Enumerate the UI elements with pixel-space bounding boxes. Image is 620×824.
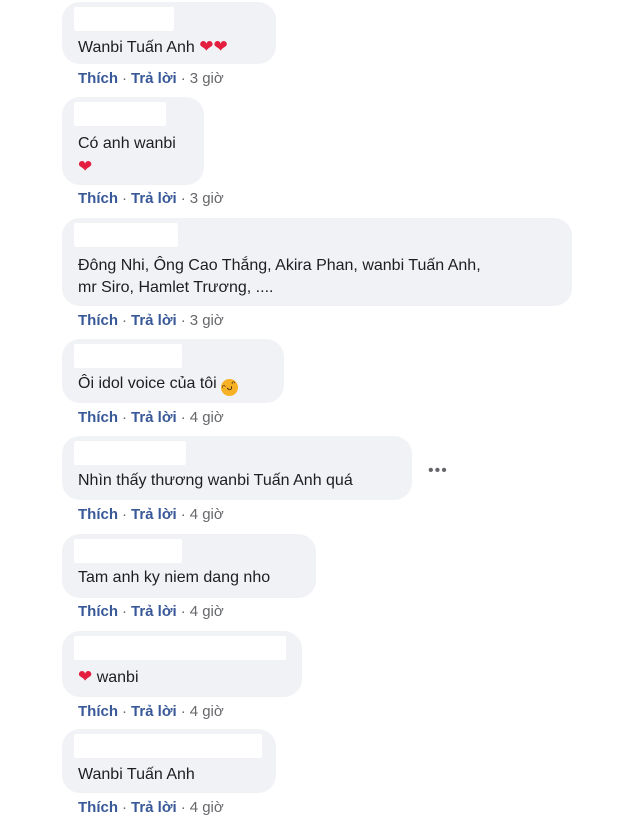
comment-text-content: Có anh wanbi	[78, 135, 176, 152]
like-button[interactable]: Thích	[78, 799, 118, 816]
timestamp[interactable]: 3 giờ	[190, 70, 224, 87]
separator: ·	[122, 409, 127, 426]
comment-emoji-line: ❤	[78, 156, 92, 178]
comment-8: Wanbi Tuấn Anh Thích · Trả lời · 4 giờ	[62, 729, 276, 816]
timestamp[interactable]: 4 giờ	[190, 506, 224, 523]
separator: ·	[122, 799, 127, 816]
comment-text: Tam anh ky niem dang nho	[78, 569, 271, 586]
timestamp[interactable]: 3 giờ	[190, 190, 224, 207]
comment-4: Ôi idol voice của tôi ᵔᴗᵔ Thích · Trả lời ·…	[62, 339, 284, 426]
separator: ·	[122, 312, 127, 329]
comment-text-line-2: mr Siro, Hamlet Trương, ....	[78, 279, 274, 296]
comment-actions: Thích · Trả lời · 3 giờ	[78, 190, 224, 207]
laughing-emoji-icon: ᵔᴗᵔ	[218, 376, 241, 399]
redacted-author-name	[74, 344, 182, 368]
comment-bubble: Tam anh ky niem dang nho	[62, 534, 316, 598]
comment-text-content: wanbi	[96, 669, 139, 686]
comment-bubble: Có anh wanbi ❤	[62, 97, 204, 185]
comment-5: Nhìn thấy thương wanbi Tuấn Anh quá Thíc…	[62, 436, 412, 523]
timestamp[interactable]: 4 giờ	[190, 409, 224, 426]
comment-text: Có anh wanbi	[78, 133, 176, 154]
comment-text: Wanbi Tuấn Anh ❤❤	[78, 36, 228, 58]
separator: ·	[180, 799, 186, 816]
comment-bubble: Ôi idol voice của tôi ᵔᴗᵔ	[62, 339, 284, 403]
reply-button[interactable]: Trả lời	[131, 703, 177, 720]
redacted-author-name	[74, 223, 178, 247]
separator: ·	[180, 506, 186, 523]
comment-actions: Thích · Trả lời · 4 giờ	[78, 603, 224, 620]
comment-text: Ôi idol voice của tôi ᵔᴗᵔ	[78, 373, 241, 399]
redacted-author-name	[74, 441, 186, 465]
comment-6: Tam anh ky niem dang nho Thích · Trả lời · 4…	[62, 534, 316, 620]
separator: ·	[122, 190, 127, 207]
redacted-author-name	[74, 102, 166, 126]
heart-icon: ❤	[78, 667, 93, 686]
timestamp[interactable]: 4 giờ	[190, 799, 224, 816]
comment-1: Wanbi Tuấn Anh ❤❤ Thích · Trả lời · 3 giờ	[62, 2, 276, 87]
timestamp[interactable]: 4 giờ	[190, 703, 224, 720]
timestamp[interactable]: 3 giờ	[190, 312, 224, 329]
separator: ·	[180, 70, 186, 87]
comment-bubble: ❤ wanbi	[62, 631, 302, 697]
reply-button[interactable]: Trả lời	[131, 70, 177, 87]
comment-3: Đông Nhi, Ông Cao Thắng, Akira Phan, wan…	[62, 218, 572, 329]
heart-icon: ❤	[213, 37, 228, 56]
separator: ·	[180, 312, 186, 329]
comment-bubble: Wanbi Tuấn Anh	[62, 729, 276, 793]
reply-button[interactable]: Trả lời	[131, 603, 177, 620]
like-button[interactable]: Thích	[78, 603, 118, 620]
separator: ·	[180, 703, 186, 720]
like-button[interactable]: Thích	[78, 190, 118, 207]
comment-text: Wanbi Tuấn Anh	[78, 766, 195, 783]
redacted-author-name	[74, 539, 182, 563]
comment-actions: Thích · Trả lời · 4 giờ	[78, 409, 224, 426]
redacted-author-name	[74, 734, 262, 758]
separator: ·	[122, 506, 127, 523]
reply-button[interactable]: Trả lời	[131, 799, 177, 816]
heart-icon: ❤	[78, 157, 93, 176]
redacted-author-name	[74, 7, 174, 31]
reply-button[interactable]: Trả lời	[131, 190, 177, 207]
separator: ·	[122, 70, 127, 87]
comment-bubble: Nhìn thấy thương wanbi Tuấn Anh quá	[62, 436, 412, 500]
like-button[interactable]: Thích	[78, 70, 118, 87]
comment-text-content: Wanbi Tuấn Anh	[78, 39, 195, 56]
reply-button[interactable]: Trả lời	[131, 409, 177, 426]
comment-actions: Thích · Trả lời · 3 giờ	[78, 70, 224, 87]
comment-bubble: Đông Nhi, Ông Cao Thắng, Akira Phan, wan…	[62, 218, 572, 306]
comment-7: ❤ wanbi Thích · Trả lời · 4 giờ	[62, 631, 302, 720]
ellipsis-icon[interactable]: •••	[428, 462, 448, 480]
reply-button[interactable]: Trả lời	[131, 506, 177, 523]
separator: ·	[180, 190, 186, 207]
reply-button[interactable]: Trả lời	[131, 312, 177, 329]
comment-text-line-1: Đông Nhi, Ông Cao Thắng, Akira Phan, wan…	[78, 257, 481, 274]
comment-text: ❤ wanbi	[78, 666, 139, 688]
comment-text-content: Ôi idol voice của tôi	[78, 375, 217, 392]
comment-actions: Thích · Trả lời · 4 giờ	[78, 799, 224, 816]
like-button[interactable]: Thích	[78, 409, 118, 426]
redacted-author-name	[74, 636, 286, 660]
comment-bubble: Wanbi Tuấn Anh ❤❤	[62, 2, 276, 64]
separator: ·	[122, 603, 127, 620]
separator: ·	[180, 603, 186, 620]
like-button[interactable]: Thích	[78, 703, 118, 720]
like-button[interactable]: Thích	[78, 506, 118, 523]
separator: ·	[122, 703, 127, 720]
comment-actions: Thích · Trả lời · 3 giờ	[78, 312, 224, 329]
separator: ·	[180, 409, 186, 426]
heart-icon: ❤	[199, 37, 214, 56]
like-button[interactable]: Thích	[78, 312, 118, 329]
comment-actions: Thích · Trả lời · 4 giờ	[78, 703, 224, 720]
comment-actions: Thích · Trả lời · 4 giờ	[78, 506, 224, 523]
comment-thread: Wanbi Tuấn Anh ❤❤ Thích · Trả lời · 3 giờ Có…	[0, 0, 620, 824]
comment-2: Có anh wanbi ❤ Thích · Trả lời · 3 giờ	[62, 97, 224, 207]
comment-text: Nhìn thấy thương wanbi Tuấn Anh quá	[78, 472, 353, 489]
timestamp[interactable]: 4 giờ	[190, 603, 224, 620]
